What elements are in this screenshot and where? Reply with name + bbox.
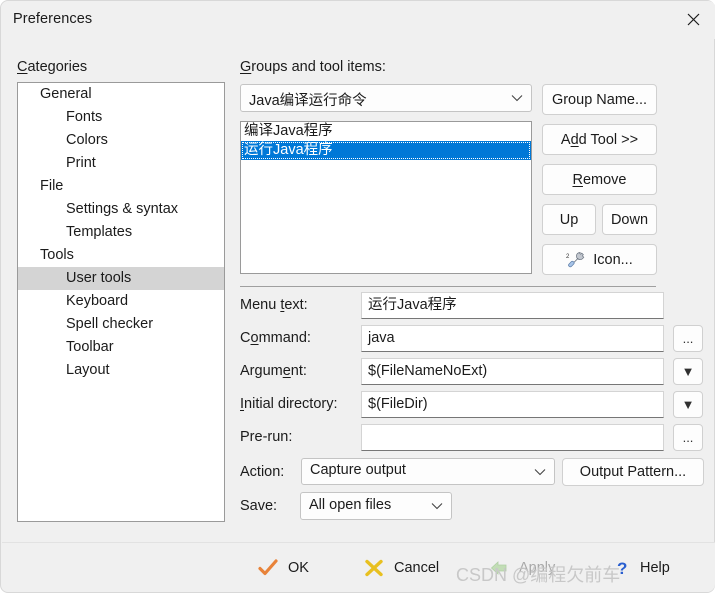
dialog-footer: OK Cancel Apply ? Help — [2, 542, 715, 592]
cancel-button[interactable]: Cancel — [364, 552, 439, 584]
tree-item-templates[interactable]: Templates — [18, 221, 224, 244]
question-icon: ? — [617, 559, 627, 577]
add-tool-pre: A — [560, 131, 571, 148]
categories-label-mnemonic: C — [17, 59, 28, 75]
categories-tree[interactable]: General Fonts Colors Print File Settings… — [17, 82, 225, 522]
chevron-down-icon — [431, 503, 443, 510]
tree-item-fonts[interactable]: Fonts — [18, 106, 224, 129]
save-label: Save: — [240, 498, 278, 514]
cancel-button-label: Cancel — [394, 560, 440, 576]
list-item[interactable]: 运行Java程序 — [241, 141, 531, 160]
preferences-dialog: Preferences Categories General Fonts Col… — [0, 0, 715, 593]
command-label-post: mmand: — [258, 330, 311, 346]
move-down-button[interactable]: Down — [602, 204, 657, 235]
action-label: Action: — [240, 464, 285, 480]
group-name-button-label: Group Name... — [551, 91, 648, 108]
tree-item-user-tools[interactable]: User tools — [18, 267, 224, 290]
argument-dropdown-button[interactable]: ▼ — [673, 358, 703, 385]
menu-text-input[interactable]: 运行Java程序 — [361, 292, 664, 319]
argument-label-post: nt: — [290, 363, 307, 379]
icon-button-label: Icon... — [593, 251, 633, 268]
action-select[interactable]: Capture output — [301, 458, 555, 485]
ok-button-label: OK — [288, 560, 309, 576]
initial-directory-label: Initial directory: — [240, 396, 338, 412]
group-select-value: Java编译运行命令 — [249, 93, 367, 109]
window-title: Preferences — [13, 11, 93, 27]
close-icon[interactable] — [670, 1, 715, 38]
help-button-label: Help — [640, 560, 670, 576]
command-label-pre: C — [240, 330, 251, 346]
tree-item-settings-syntax[interactable]: Settings & syntax — [18, 198, 224, 221]
move-down-label: Down — [610, 211, 649, 228]
tree-item-file[interactable]: File — [18, 175, 224, 198]
chevron-down-icon — [511, 95, 523, 102]
add-tool-mnemonic: d — [570, 131, 579, 148]
groups-label: Groups and tool items: — [240, 59, 386, 75]
categories-label-rest: ategories — [27, 59, 88, 75]
tool-items-list[interactable]: 编译Java程序 运行Java程序 — [240, 121, 532, 274]
section-divider — [240, 286, 656, 287]
initial-directory-input[interactable]: $(FileDir) — [361, 391, 664, 418]
wrench-screwdriver-icon: 2 — [566, 251, 585, 267]
tree-item-layout[interactable]: Layout — [18, 359, 224, 382]
tree-item-general[interactable]: General — [18, 83, 224, 106]
tree-item-tools[interactable]: Tools — [18, 244, 224, 267]
title-bar: Preferences — [1, 1, 715, 39]
tree-item-keyboard[interactable]: Keyboard — [18, 290, 224, 313]
move-up-button[interactable]: Up — [542, 204, 596, 235]
menu-text-label-pre: Menu — [240, 297, 281, 313]
move-up-label: Up — [559, 211, 579, 228]
menu-text-label: Menu text: — [240, 297, 308, 313]
apply-button-label: Apply — [519, 560, 556, 576]
list-item[interactable]: 编译Java程序 — [241, 122, 531, 141]
output-pattern-label: Output Pattern... — [579, 464, 687, 480]
remove-post: emove — [582, 171, 627, 188]
tree-item-print[interactable]: Print — [18, 152, 224, 175]
argument-input[interactable]: $(FileNameNoExt) — [361, 358, 664, 385]
argument-label-mnemonic: e — [282, 363, 291, 379]
help-button[interactable]: ? Help — [614, 552, 670, 584]
command-browse-button[interactable]: ... — [673, 325, 703, 352]
svg-text:2: 2 — [566, 254, 570, 260]
pre-run-label: Pre-run: — [240, 429, 293, 445]
ok-button[interactable]: OK — [258, 552, 309, 584]
group-name-button[interactable]: Group Name... — [542, 84, 657, 115]
pre-run-browse-button[interactable]: ... — [673, 424, 703, 451]
left-arrow-icon — [490, 561, 507, 575]
icon-button[interactable]: 2 Icon... — [542, 244, 657, 275]
apply-button[interactable]: Apply — [489, 552, 555, 584]
pre-run-input[interactable] — [361, 424, 664, 451]
cross-icon — [365, 559, 383, 577]
argument-label: Argument: — [240, 363, 307, 379]
save-select-value: All open files — [309, 497, 392, 513]
tree-item-spell-checker[interactable]: Spell checker — [18, 313, 224, 336]
command-input[interactable]: java — [361, 325, 664, 352]
tree-item-colors[interactable]: Colors — [18, 129, 224, 152]
remove-mnemonic: R — [572, 171, 583, 188]
add-tool-button[interactable]: Add Tool >> — [542, 124, 657, 155]
check-icon — [258, 559, 278, 576]
save-select[interactable]: All open files — [300, 492, 452, 520]
tree-item-toolbar[interactable]: Toolbar — [18, 336, 224, 359]
menu-text-label-post: ext: — [284, 297, 308, 313]
command-label: Command: — [240, 330, 311, 346]
groups-label-mnemonic: G — [240, 59, 252, 75]
groups-label-rest: roups and tool items: — [251, 59, 386, 75]
chevron-down-icon — [534, 468, 546, 475]
initial-directory-label-post: nitial directory: — [244, 396, 338, 412]
action-select-value: Capture output — [310, 462, 406, 478]
categories-label: Categories — [17, 59, 87, 75]
add-tool-post: d Tool >> — [578, 131, 639, 148]
argument-label-pre: Argum — [240, 363, 283, 379]
svg-text:?: ? — [617, 559, 627, 577]
initial-directory-dropdown-button[interactable]: ▼ — [673, 391, 703, 418]
group-select[interactable]: Java编译运行命令 — [240, 84, 532, 112]
command-label-mnemonic: o — [250, 330, 259, 346]
remove-button[interactable]: Remove — [542, 164, 657, 195]
output-pattern-button[interactable]: Output Pattern... — [562, 458, 704, 486]
